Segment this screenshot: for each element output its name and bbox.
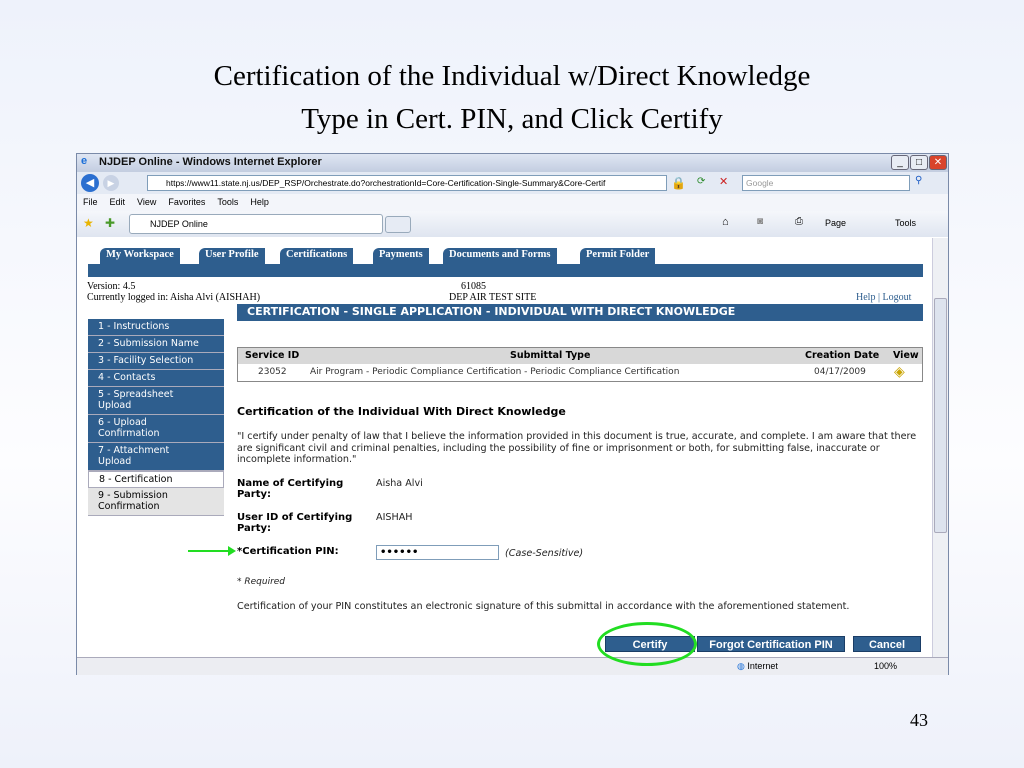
refresh-icon[interactable]: ⟳ — [697, 176, 705, 187]
tab-documents-and-forms[interactable]: Documents and Forms — [443, 248, 557, 264]
cell-creation-date: 04/17/2009 — [814, 367, 866, 377]
step-certification[interactable]: 8 - Certification — [88, 471, 224, 488]
tab-certifications[interactable]: Certifications — [280, 248, 354, 264]
menu-bar: File Edit View Favorites Tools Help — [77, 194, 948, 211]
step-attachment-upload[interactable]: 7 - Attachment Upload — [88, 443, 224, 471]
help-link[interactable]: Help — [856, 292, 875, 303]
submittal-table: Service ID Submittal Type Creation Date … — [237, 347, 923, 382]
browser-tab[interactable]: NJDEP Online — [129, 214, 383, 234]
step-contacts[interactable]: 4 - Contacts — [88, 370, 224, 387]
menu-edit[interactable]: Edit — [110, 197, 126, 207]
logout-link[interactable]: Logout — [882, 292, 911, 303]
cell-submittal-type: Air Program - Periodic Compliance Certif… — [310, 367, 680, 377]
status-bar: ◍ Internet 100% — [77, 657, 948, 675]
cell-service-id: 23052 — [258, 367, 287, 377]
slide-title-line2: Type in Cert. PIN, and Click Certify — [301, 103, 723, 135]
tools-menu[interactable]: Tools — [895, 218, 916, 228]
section-title: Certification of the Individual With Dir… — [237, 405, 566, 418]
site-name: DEP AIR TEST SITE — [449, 292, 537, 303]
add-favorite-icon[interactable]: ✚ — [105, 216, 115, 230]
tab-permit-folder[interactable]: Permit Folder — [580, 248, 656, 264]
step-submission-confirmation[interactable]: 9 - Submission Confirmation — [88, 488, 224, 516]
table-row: 23052 Air Program - Periodic Compliance … — [238, 364, 922, 381]
cancel-button[interactable]: Cancel — [853, 636, 921, 652]
minimize-button[interactable]: _ — [891, 155, 909, 170]
favorites-bar: ★ ✚ NJDEP Online ⌂ ◙ ⎙ Page Tools — [77, 211, 948, 237]
section-header: CERTIFICATION - SINGLE APPLICATION - IND… — [237, 304, 923, 321]
back-icon[interactable]: ◀ — [81, 174, 99, 192]
arrow-line — [188, 550, 230, 552]
page-number: 43 — [910, 710, 928, 730]
menu-view[interactable]: View — [137, 197, 156, 207]
name-label: Name of Certifying Party: — [237, 478, 344, 500]
page-menu[interactable]: Page — [825, 218, 846, 228]
step-upload-confirmation[interactable]: 6 - Upload Confirmation — [88, 415, 224, 443]
address-bar: ◀ ▶ https://www11.state.nj.us/DEP_RSP/Or… — [77, 172, 948, 194]
highlight-circle — [597, 622, 697, 666]
col-creation-date: Creation Date — [805, 350, 880, 361]
forward-icon[interactable]: ▶ — [103, 175, 119, 191]
step-spreadsheet-upload[interactable]: 5 - Spreadsheet Upload — [88, 387, 224, 415]
pin-notice: Certification of your PIN constitutes an… — [237, 601, 850, 612]
page-content: My Workspace User Profile Certifications… — [77, 238, 932, 657]
browser-window: e NJDEP Online - Windows Internet Explore… — [76, 153, 949, 675]
menu-favorites[interactable]: Favorites — [168, 197, 205, 207]
logged-in: Currently logged in: Aisha Alvi (AISHAH) — [87, 292, 261, 303]
vertical-scrollbar[interactable] — [932, 238, 948, 657]
menu-tools[interactable]: Tools — [217, 197, 238, 207]
col-view: View — [893, 350, 919, 361]
search-input[interactable]: Google — [742, 175, 910, 191]
menu-file[interactable]: File — [83, 197, 98, 207]
col-service-id: Service ID — [245, 350, 300, 361]
favorites-star-icon[interactable]: ★ — [83, 216, 94, 230]
close-button[interactable]: ✕ — [929, 155, 947, 170]
menu-help[interactable]: Help — [250, 197, 269, 207]
globe-icon: ◍ — [737, 661, 745, 671]
nav-bar — [88, 264, 923, 277]
window-title: NJDEP Online - Windows Internet Explorer — [99, 156, 322, 168]
title-bar: e NJDEP Online - Windows Internet Explore… — [77, 154, 948, 172]
arrow-head-icon — [228, 546, 236, 556]
tab-my-workspace[interactable]: My Workspace — [100, 248, 180, 264]
zoom-level[interactable]: 100% — [874, 661, 897, 671]
new-tab-button[interactable] — [385, 216, 411, 233]
scrollbar-thumb[interactable] — [934, 298, 947, 533]
home-icon[interactable]: ⌂ — [722, 216, 729, 228]
userid-value: AISHAH — [376, 512, 413, 523]
site-id: 61085 — [461, 281, 486, 292]
zone-text: Internet — [747, 661, 778, 671]
url-input[interactable]: https://www11.state.nj.us/DEP_RSP/Orches… — [147, 175, 667, 191]
feeds-icon[interactable]: ◙ — [757, 216, 763, 227]
forgot-pin-button[interactable]: Forgot Certification PIN — [697, 636, 845, 652]
tab-user-profile[interactable]: User Profile — [199, 248, 265, 264]
view-icon[interactable]: ◈ — [894, 364, 905, 380]
lock-icon[interactable]: 🔒 — [671, 176, 686, 190]
pin-hint: (Case-Sensitive) — [505, 548, 584, 559]
pin-label: *Certification PIN: — [237, 546, 339, 557]
tab-payments[interactable]: Payments — [373, 248, 429, 264]
step-facility-selection[interactable]: 3 - Facility Selection — [88, 353, 224, 370]
maximize-button[interactable]: □ — [910, 155, 928, 170]
step-instructions[interactable]: 1 - Instructions — [88, 319, 224, 336]
userid-label: User ID of Certifying Party: — [237, 512, 353, 534]
zone-label: ◍ Internet — [737, 661, 778, 672]
print-icon[interactable]: ⎙ — [795, 216, 803, 227]
pin-input[interactable]: •••••• — [376, 545, 499, 560]
slide-title-line1: Certification of the Individual w/Direct… — [213, 60, 811, 92]
name-value: Aisha Alvi — [376, 478, 423, 489]
certification-statement: "I certify under penalty of law that I b… — [237, 431, 917, 465]
step-submission-name[interactable]: 2 - Submission Name — [88, 336, 224, 353]
search-icon[interactable]: ⚲ — [915, 175, 922, 186]
version: Version: 4.5 — [87, 281, 136, 292]
required-note: * Required — [237, 577, 286, 587]
stop-icon[interactable]: ✕ — [719, 175, 728, 188]
col-submittal-type: Submittal Type — [510, 350, 591, 361]
ie-icon: e — [81, 155, 88, 167]
